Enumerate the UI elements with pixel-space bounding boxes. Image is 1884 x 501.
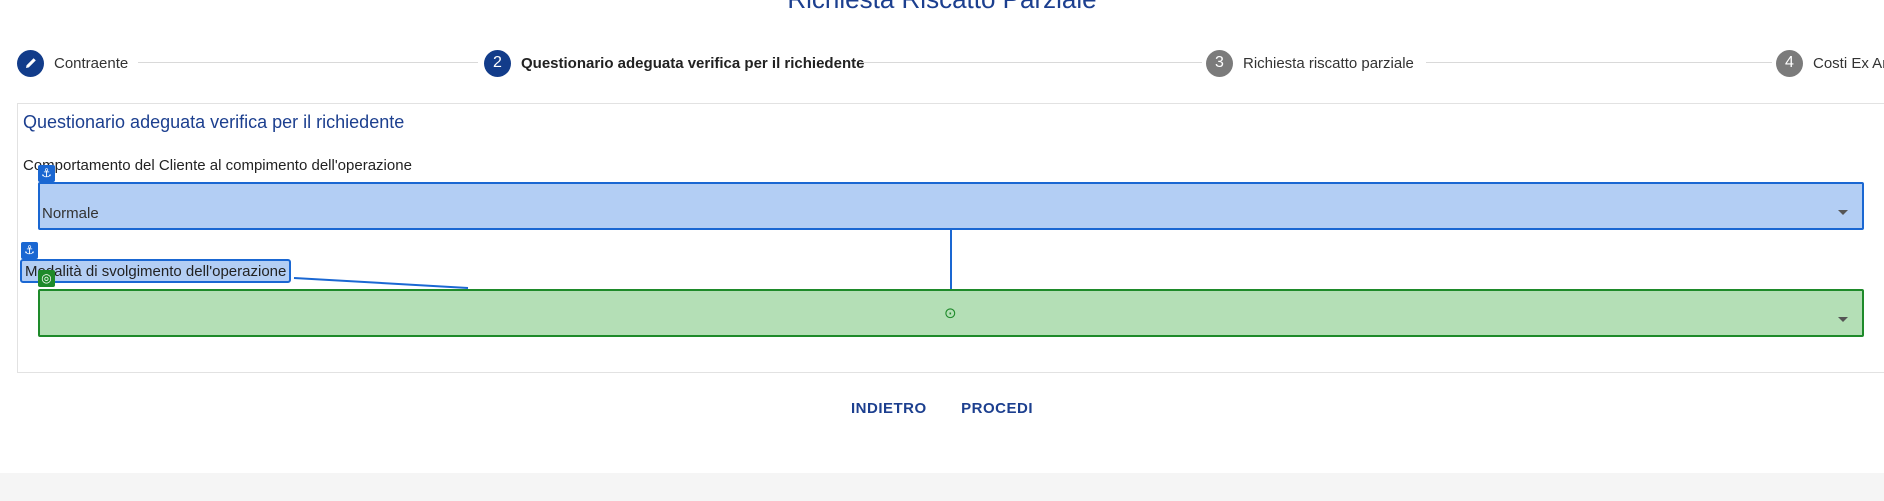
footer — [0, 473, 1884, 501]
back-button[interactable]: INDIETRO — [851, 400, 927, 417]
next-button[interactable]: PROCEDI — [961, 400, 1033, 417]
crosshair-icon: ⊙ — [944, 305, 957, 322]
field-label-modalita: Modalità di svolgimento dell'operazione — [20, 259, 292, 283]
overlay-lines — [293, 230, 952, 289]
chevron-down-icon — [1838, 317, 1848, 322]
select-modalita[interactable]: ⊙ — [38, 289, 1864, 337]
form-actions: INDIETRO PROCEDI — [0, 400, 1884, 418]
overlay-line — [293, 277, 469, 289]
anchor-icon: ⚓ — [21, 242, 38, 259]
target-icon: ◎ — [38, 270, 55, 287]
